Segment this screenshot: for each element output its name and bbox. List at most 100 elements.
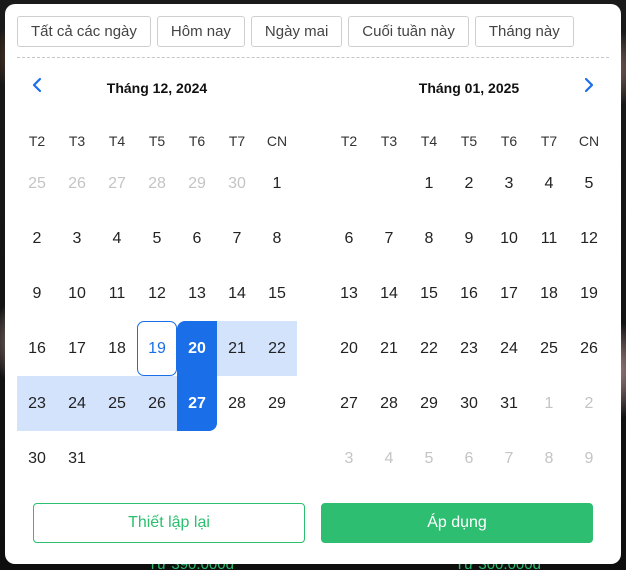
day-cell[interactable]: 17 <box>57 321 97 376</box>
day-cell[interactable]: 14 <box>217 266 257 321</box>
day-cell[interactable]: 6 <box>449 431 489 486</box>
day-cell[interactable]: 20 <box>177 321 217 376</box>
day-cell[interactable]: 19 <box>137 321 177 376</box>
day-number: 5 <box>152 229 162 247</box>
day-cell[interactable]: 7 <box>217 211 257 266</box>
day-cell[interactable]: 6 <box>329 211 369 266</box>
reset-button[interactable]: Thiết lập lại <box>33 503 305 543</box>
weekday-header: T2 T3 T4 T5 T6 T7 CN <box>17 129 297 153</box>
day-cell[interactable]: 12 <box>137 266 177 321</box>
day-cell[interactable]: 1 <box>529 376 569 431</box>
day-cell[interactable]: 3 <box>57 211 97 266</box>
day-cell[interactable]: 29 <box>409 376 449 431</box>
day-cell[interactable]: 22 <box>409 321 449 376</box>
day-cell[interactable]: 7 <box>489 431 529 486</box>
day-cell[interactable]: 5 <box>409 431 449 486</box>
day-cell[interactable]: 4 <box>97 211 137 266</box>
day-cell[interactable]: 14 <box>369 266 409 321</box>
day-cell[interactable]: 23 <box>17 376 57 431</box>
day-cell[interactable]: 9 <box>569 431 609 486</box>
day-cell[interactable]: 6 <box>177 211 217 266</box>
day-cell[interactable]: 30 <box>217 156 257 211</box>
day-cell[interactable]: 5 <box>137 211 177 266</box>
day-cell[interactable]: 17 <box>489 266 529 321</box>
day-number: 12 <box>580 229 598 247</box>
day-cell[interactable]: 10 <box>57 266 97 321</box>
day-cell[interactable]: 11 <box>529 211 569 266</box>
day-number: 17 <box>68 339 86 357</box>
quick-range-today[interactable]: Hôm nay <box>156 16 245 47</box>
day-cell[interactable]: 4 <box>529 156 569 211</box>
day-cell[interactable]: 12 <box>569 211 609 266</box>
day-cell[interactable]: 18 <box>97 321 137 376</box>
day-cell[interactable]: 1 <box>257 156 297 211</box>
day-cell[interactable]: 1 <box>409 156 449 211</box>
day-cell[interactable]: 15 <box>409 266 449 321</box>
day-cell[interactable]: 8 <box>529 431 569 486</box>
day-number: 25 <box>540 339 558 357</box>
apply-button[interactable]: Áp dụng <box>321 503 593 543</box>
day-cell[interactable]: 23 <box>449 321 489 376</box>
day-number: 6 <box>464 449 474 467</box>
day-cell[interactable]: 21 <box>217 321 257 376</box>
day-number: 4 <box>112 229 122 247</box>
day-cell[interactable]: 31 <box>57 431 97 486</box>
day-number: 24 <box>68 394 86 412</box>
day-number: 15 <box>420 284 438 302</box>
day-cell[interactable]: 8 <box>409 211 449 266</box>
day-cell[interactable]: 7 <box>369 211 409 266</box>
day-cell[interactable]: 24 <box>489 321 529 376</box>
day-cell[interactable]: 10 <box>489 211 529 266</box>
quick-range-this-weekend[interactable]: Cuối tuần này <box>348 16 469 47</box>
day-cell[interactable]: 31 <box>489 376 529 431</box>
day-cell[interactable]: 18 <box>529 266 569 321</box>
day-cell[interactable]: 5 <box>569 156 609 211</box>
day-cell[interactable]: 27 <box>329 376 369 431</box>
day-cell[interactable]: 30 <box>449 376 489 431</box>
day-cell[interactable]: 2 <box>449 156 489 211</box>
day-number: 30 <box>28 449 46 467</box>
day-cell[interactable]: 3 <box>329 431 369 486</box>
day-cell[interactable]: 26 <box>569 321 609 376</box>
day-cell[interactable]: 16 <box>449 266 489 321</box>
day-cell[interactable]: 27 <box>97 156 137 211</box>
day-number: 17 <box>500 284 518 302</box>
quick-range-tomorrow[interactable]: Ngày mai <box>250 16 343 47</box>
day-cell[interactable]: 25 <box>529 321 569 376</box>
day-cell[interactable]: 27 <box>177 376 217 431</box>
day-cell[interactable]: 15 <box>257 266 297 321</box>
day-cell[interactable]: 2 <box>569 376 609 431</box>
day-cell[interactable]: 24 <box>57 376 97 431</box>
day-cell[interactable]: 11 <box>97 266 137 321</box>
day-cell[interactable]: 29 <box>177 156 217 211</box>
day-cell[interactable]: 22 <box>257 321 297 376</box>
day-cell[interactable]: 8 <box>257 211 297 266</box>
day-number: 7 <box>504 449 514 467</box>
day-cell[interactable]: 4 <box>369 431 409 486</box>
day-cell[interactable]: 29 <box>257 376 297 431</box>
quick-range-this-month[interactable]: Tháng này <box>474 16 574 47</box>
day-cell[interactable]: 25 <box>97 376 137 431</box>
day-number: 24 <box>500 339 518 357</box>
day-cell[interactable]: 9 <box>17 266 57 321</box>
day-cell[interactable]: 25 <box>17 156 57 211</box>
day-cell[interactable]: 28 <box>137 156 177 211</box>
day-number: 8 <box>272 229 282 247</box>
day-cell[interactable]: 20 <box>329 321 369 376</box>
day-cell[interactable]: 13 <box>329 266 369 321</box>
day-cell[interactable]: 2 <box>17 211 57 266</box>
day-cell[interactable]: 9 <box>449 211 489 266</box>
day-cell[interactable]: 28 <box>217 376 257 431</box>
quick-range-all-days[interactable]: Tất cả các ngày <box>17 16 151 47</box>
day-cell[interactable]: 26 <box>57 156 97 211</box>
day-cell[interactable]: 3 <box>489 156 529 211</box>
day-number: 11 <box>108 284 126 302</box>
day-cell[interactable]: 28 <box>369 376 409 431</box>
day-cell[interactable]: 26 <box>137 376 177 431</box>
day-cell[interactable]: 16 <box>17 321 57 376</box>
day-cell[interactable]: 13 <box>177 266 217 321</box>
day-number: 23 <box>28 394 46 412</box>
day-cell[interactable]: 30 <box>17 431 57 486</box>
day-cell[interactable]: 19 <box>569 266 609 321</box>
day-cell[interactable]: 21 <box>369 321 409 376</box>
